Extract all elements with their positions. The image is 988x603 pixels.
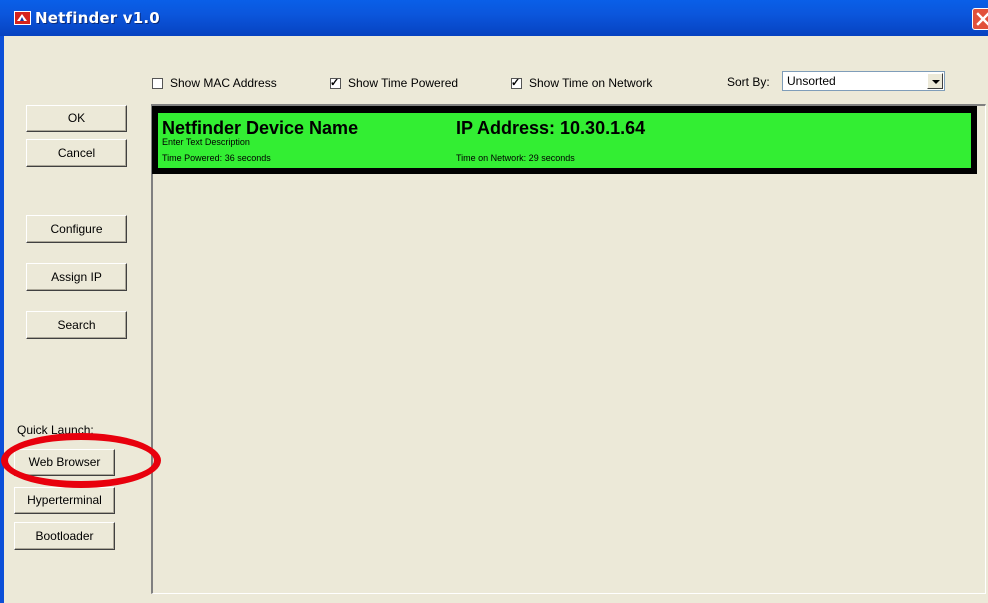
sort-by-select[interactable]: Unsorted [782,71,945,91]
check-icon: ✓ [330,76,340,89]
web-browser-button[interactable]: Web Browser [14,449,115,476]
assign-ip-button[interactable]: Assign IP [26,263,127,291]
checkbox-box[interactable]: ✓ [511,76,522,89]
cancel-button[interactable]: Cancel [26,139,127,167]
ok-button[interactable]: OK [26,105,127,132]
close-icon [976,12,988,26]
show-mac-checkbox[interactable]: Show MAC Address [152,75,277,91]
hyperterminal-button[interactable]: Hyperterminal [14,487,115,514]
sort-by-label: Sort By: [727,75,770,89]
device-ip-address: IP Address: 10.30.1.64 [456,118,646,138]
show-time-network-checkbox[interactable]: ✓ Show Time on Network [511,75,652,91]
device-entry[interactable]: Netfinder Device Name Enter Text Descrip… [152,106,977,174]
bootloader-button[interactable]: Bootloader [14,522,115,550]
checkbox-box[interactable]: ✓ [330,76,341,89]
check-icon: ✓ [511,76,521,89]
search-button[interactable]: Search [26,311,127,339]
app-icon [14,11,31,25]
device-entry-panel[interactable]: Netfinder Device Name Enter Text Descrip… [158,113,971,168]
quick-launch-label: Quick Launch: [17,423,94,437]
close-button[interactable] [972,8,988,30]
show-time-powered-checkbox[interactable]: ✓ Show Time Powered [330,75,458,91]
device-time-on-network: Time on Network: 29 seconds [456,153,575,163]
device-description: Enter Text Description [162,137,250,147]
show-mac-label: Show MAC Address [170,76,277,90]
sort-by-value: Unsorted [787,74,836,88]
show-time-powered-label: Show Time Powered [348,76,459,90]
title-bar[interactable]: Netfinder v1.0 [0,0,988,36]
device-name: Netfinder Device Name [162,118,359,138]
dropdown-arrow-icon[interactable] [927,73,943,89]
checkbox-box[interactable] [152,77,163,89]
show-time-network-label: Show Time on Network [529,76,653,90]
device-time-powered: Time Powered: 36 seconds [162,153,271,163]
window-title: Netfinder v1.0 [35,9,160,27]
netfinder-window: Netfinder v1.0 Show MAC Address ✓ Show T… [0,0,988,603]
configure-button[interactable]: Configure [26,215,127,243]
device-list[interactable] [151,104,986,594]
